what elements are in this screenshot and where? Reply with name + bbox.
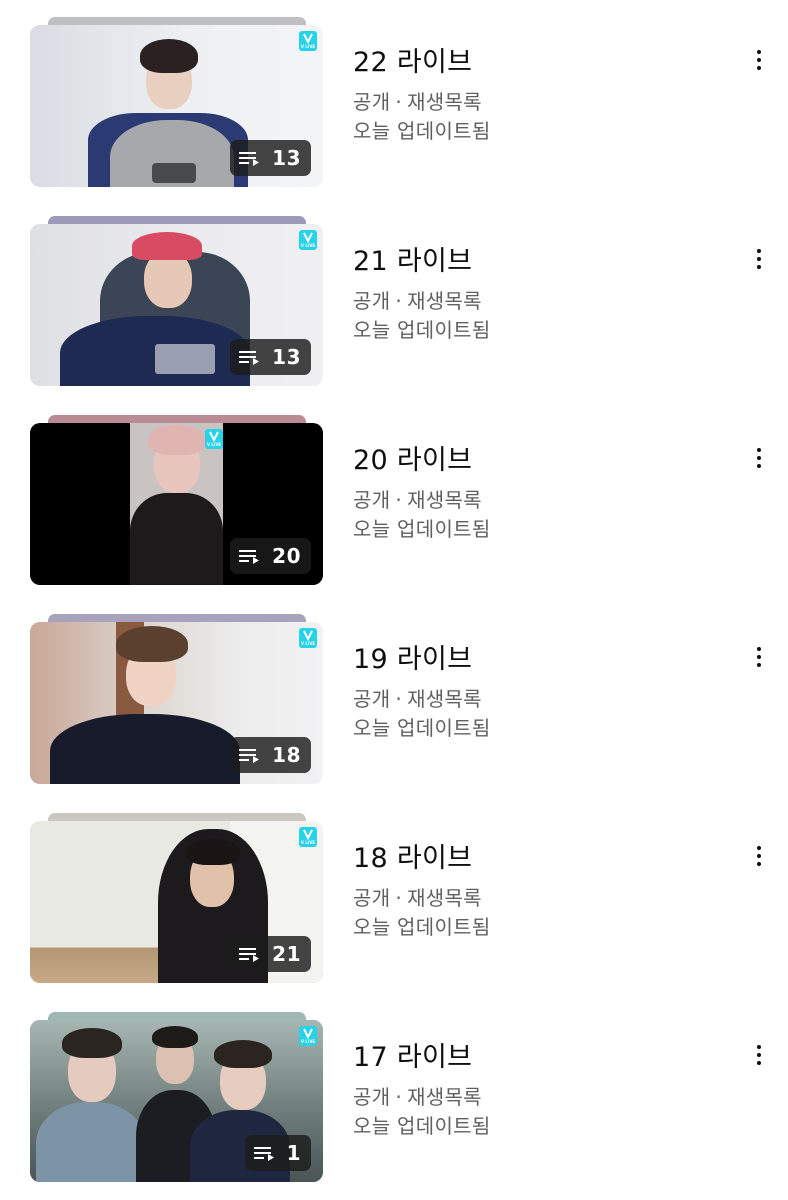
playlist-item[interactable]: V LIVE 13 22 라이브 공개 · 재생목록 오늘 업데이트됨 <box>0 17 788 216</box>
meta-separator: · <box>395 687 403 711</box>
person-figure <box>50 622 240 784</box>
meta-separator: · <box>395 1085 403 1109</box>
vlive-logo-icon: V LIVE <box>299 628 317 648</box>
playlist-title[interactable]: 21 라이브 <box>353 239 472 278</box>
thumbnail-image: V LIVE 18 <box>30 622 323 784</box>
playlist-thumbnail[interactable]: V LIVE 18 <box>30 614 323 792</box>
meta-separator: · <box>395 289 403 313</box>
visibility-label: 공개 <box>353 90 391 114</box>
thumbnail-image: V LIVE 13 <box>30 224 323 386</box>
video-count: 20 <box>272 544 301 568</box>
playlist-type-label: 재생목록 <box>407 488 482 512</box>
vlive-logo-icon: V LIVE <box>299 827 317 847</box>
person-figure <box>88 25 248 187</box>
updated-label: 오늘 업데이트됨 <box>353 318 491 342</box>
thumbnail-image: V LIVE 21 <box>30 821 323 983</box>
video-count: 13 <box>272 146 301 170</box>
playlist-meta: 공개 · 재생목록 <box>353 683 482 712</box>
visibility-label: 공개 <box>353 488 391 512</box>
person-figure <box>36 1020 146 1182</box>
visibility-label: 공개 <box>353 687 391 711</box>
thumbnail-image: V LIVE 13 <box>30 25 323 187</box>
playlist-meta: 공개 · 재생목록 <box>353 86 482 115</box>
playlist-type-label: 재생목록 <box>407 90 482 114</box>
more-vert-icon[interactable] <box>744 640 774 674</box>
playlist-title[interactable]: 22 라이브 <box>353 40 472 79</box>
playlist-title[interactable]: 20 라이브 <box>353 438 472 477</box>
playlist-play-icon <box>239 749 260 763</box>
playlist-play-icon <box>239 948 260 962</box>
more-vert-icon[interactable] <box>744 441 774 475</box>
playlist-thumbnail[interactable]: V LIVE 13 <box>30 17 323 195</box>
visibility-label: 공개 <box>353 1085 391 1109</box>
thumbnail-image: V LIVE 1 <box>30 1020 323 1182</box>
playlist-title[interactable]: 17 라이브 <box>353 1035 472 1074</box>
playlist-meta: 공개 · 재생목록 <box>353 484 482 513</box>
playlist-type-label: 재생목록 <box>407 886 482 910</box>
video-count-badge: 20 <box>230 538 311 574</box>
playlist-title[interactable]: 19 라이브 <box>353 637 472 676</box>
video-count-badge: 18 <box>230 737 311 773</box>
playlist-thumbnail[interactable]: V LIVE 1 <box>30 1012 323 1190</box>
playlist-meta: 공개 · 재생목록 <box>353 285 482 314</box>
meta-separator: · <box>395 488 403 512</box>
video-count-badge: 21 <box>230 936 311 972</box>
updated-label: 오늘 업데이트됨 <box>353 1114 491 1138</box>
playlist-play-icon <box>239 152 260 166</box>
playlist-type-label: 재생목록 <box>407 289 482 313</box>
playlist-type-label: 재생목록 <box>407 687 482 711</box>
playlist-item[interactable]: V LIVE 13 21 라이브 공개 · 재생목록 오늘 업데이트됨 <box>0 216 788 415</box>
updated-label: 오늘 업데이트됨 <box>353 517 491 541</box>
playlist-thumbnail[interactable]: V LIVE 21 <box>30 813 323 991</box>
playlist-title[interactable]: 18 라이브 <box>353 836 472 875</box>
video-count-badge: 13 <box>230 339 311 375</box>
video-count-badge: 13 <box>230 140 311 176</box>
updated-label: 오늘 업데이트됨 <box>353 915 491 939</box>
thumbnail-image: V LIVE 20 <box>30 423 323 585</box>
playlist-list: V LIVE 13 22 라이브 공개 · 재생목록 오늘 업데이트됨 V LI… <box>0 0 788 1200</box>
playlist-type-label: 재생목록 <box>407 1085 482 1109</box>
playlist-item[interactable]: V LIVE 21 18 라이브 공개 · 재생목록 오늘 업데이트됨 <box>0 813 788 1012</box>
updated-label: 오늘 업데이트됨 <box>353 716 491 740</box>
video-count-badge: 1 <box>244 1135 311 1171</box>
more-vert-icon[interactable] <box>744 1038 774 1072</box>
playlist-item[interactable]: V LIVE 20 20 라이브 공개 · 재생목록 오늘 업데이트됨 <box>0 415 788 614</box>
visibility-label: 공개 <box>353 886 391 910</box>
video-count: 1 <box>286 1141 301 1165</box>
playlist-play-icon <box>253 1147 274 1161</box>
more-vert-icon[interactable] <box>744 839 774 873</box>
vlive-logo-icon: V LIVE <box>299 1026 317 1046</box>
updated-label: 오늘 업데이트됨 <box>353 119 491 143</box>
vlive-logo-icon: V LIVE <box>299 230 317 250</box>
playlist-meta: 공개 · 재생목록 <box>353 1081 482 1110</box>
playlist-play-icon <box>239 351 260 365</box>
vlive-logo-icon: V LIVE <box>299 31 317 51</box>
playlist-item[interactable]: V LIVE 1 17 라이브 공개 · 재생목록 오늘 업데이트됨 <box>0 1012 788 1200</box>
video-count: 13 <box>272 345 301 369</box>
more-vert-icon[interactable] <box>744 242 774 276</box>
more-vert-icon[interactable] <box>744 43 774 77</box>
vlive-logo-icon: V LIVE <box>205 429 223 449</box>
playlist-play-icon <box>239 550 260 564</box>
video-count: 18 <box>272 743 301 767</box>
meta-separator: · <box>395 886 403 910</box>
meta-separator: · <box>395 90 403 114</box>
playlist-thumbnail[interactable]: V LIVE 13 <box>30 216 323 394</box>
playlist-meta: 공개 · 재생목록 <box>353 882 482 911</box>
playlist-thumbnail[interactable]: V LIVE 20 <box>30 415 323 593</box>
video-count: 21 <box>272 942 301 966</box>
playlist-item[interactable]: V LIVE 18 19 라이브 공개 · 재생목록 오늘 업데이트됨 <box>0 614 788 813</box>
visibility-label: 공개 <box>353 289 391 313</box>
